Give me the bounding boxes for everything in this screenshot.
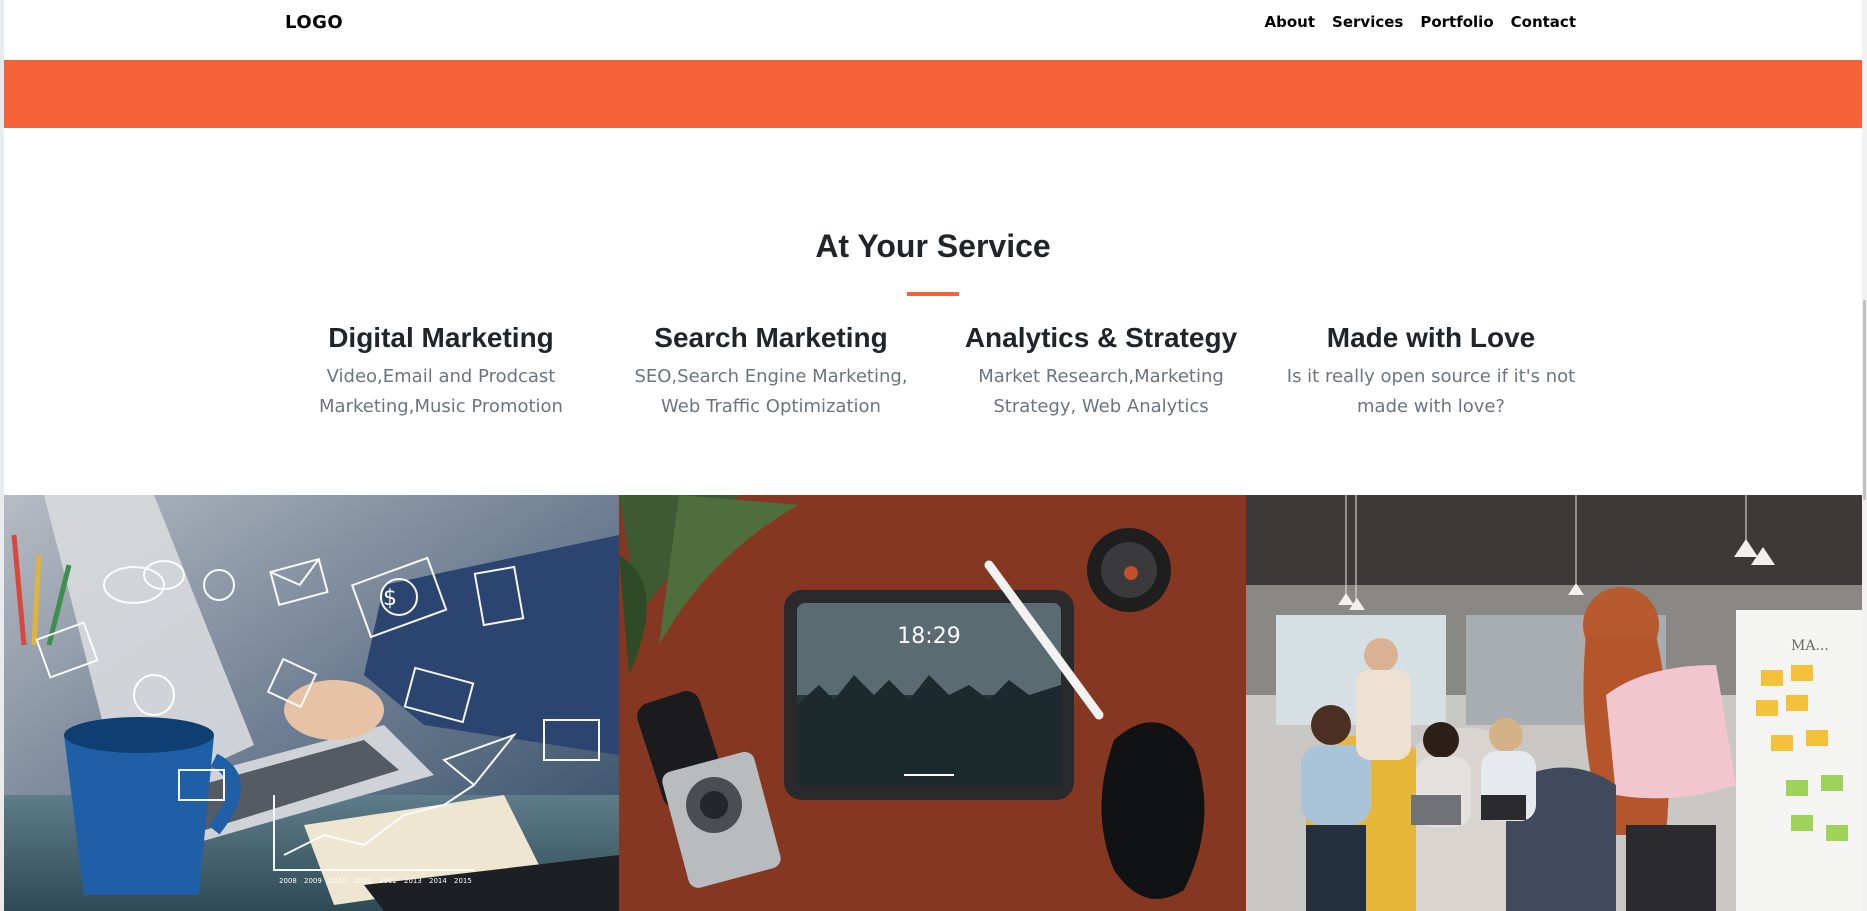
svg-text:2012: 2012 bbox=[379, 877, 397, 885]
services-divider bbox=[907, 292, 959, 296]
nav-links: About Services Portfolio Contact bbox=[1265, 13, 1576, 31]
service-desc: Market Research,Marketing Strategy, Web … bbox=[978, 366, 1224, 417]
nav-link-services[interactable]: Services bbox=[1332, 13, 1403, 31]
portfolio-tile-digital-marketing[interactable]: 2008 2009 2010 2011 2012 2013 2014 2015 $ bbox=[4, 495, 619, 911]
team-meeting-image: MA... bbox=[1246, 495, 1862, 911]
service-title: Search Marketing bbox=[654, 322, 888, 353]
svg-text:2011: 2011 bbox=[354, 877, 372, 885]
svg-text:MA...: MA... bbox=[1791, 638, 1829, 654]
service-analytics-strategy: Analytics & Strategy Market Research,Mar… bbox=[936, 320, 1266, 422]
nav-link-portfolio[interactable]: Portfolio bbox=[1420, 13, 1493, 31]
service-desc: Video,Email and Prodcast Marketing,Music… bbox=[319, 366, 563, 417]
page: LOGO About Services Portfolio Contact At… bbox=[4, 0, 1862, 911]
service-title: Made with Love bbox=[1326, 322, 1536, 353]
service-made-with-love: Made with Love Is it really open source … bbox=[1266, 320, 1596, 422]
service-title: Analytics & Strategy bbox=[964, 322, 1238, 353]
scrollbar-thumb[interactable] bbox=[1863, 300, 1866, 500]
services-list: Digital Marketing Video,Email and Prodca… bbox=[276, 320, 1596, 422]
laptop-marketing-image: 2008 2009 2010 2011 2012 2013 2014 2015 $ bbox=[4, 495, 619, 911]
navbar: LOGO About Services Portfolio Contact bbox=[4, 0, 1862, 60]
service-digital-marketing: Digital Marketing Video,Email and Prodca… bbox=[276, 320, 606, 422]
svg-text:2013: 2013 bbox=[404, 877, 422, 885]
service-search-marketing: Search Marketing SEO,Search Engine Marke… bbox=[606, 320, 936, 422]
service-desc: SEO,Search Engine Marketing, Web Traffic… bbox=[634, 366, 908, 417]
nav-link-contact[interactable]: Contact bbox=[1511, 13, 1576, 31]
service-title: Digital Marketing bbox=[328, 322, 554, 353]
tablet-desk-image: 18:29 bbox=[619, 495, 1246, 911]
svg-text:2010: 2010 bbox=[329, 877, 347, 885]
service-desc: Is it really open source if it's not mad… bbox=[1286, 366, 1576, 417]
hero-band bbox=[4, 60, 1862, 128]
svg-text:2015: 2015 bbox=[454, 877, 472, 885]
svg-text:18:29: 18:29 bbox=[897, 624, 960, 649]
nav-link-about[interactable]: About bbox=[1265, 13, 1316, 31]
svg-text:2014: 2014 bbox=[429, 877, 447, 885]
svg-text:2008: 2008 bbox=[279, 877, 297, 885]
services-title: At Your Service bbox=[815, 228, 1051, 264]
logo[interactable]: LOGO bbox=[285, 12, 343, 33]
portfolio-tile-search-marketing[interactable]: 18:29 bbox=[619, 495, 1246, 911]
portfolio-grid: 2008 2009 2010 2011 2012 2013 2014 2015 $ bbox=[4, 495, 1862, 911]
portfolio-tile-analytics[interactable]: MA... bbox=[1246, 495, 1862, 911]
svg-text:$: $ bbox=[383, 586, 397, 611]
svg-text:2009: 2009 bbox=[304, 877, 322, 885]
